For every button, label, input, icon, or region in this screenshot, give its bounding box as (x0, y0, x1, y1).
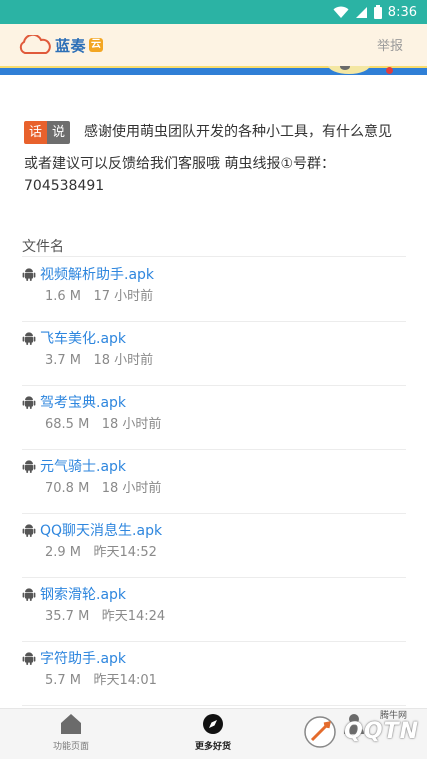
logo-badge: 云 (89, 38, 104, 52)
notice: 话说感谢使用萌虫团队开发的各种小工具，有什么意见或者建议可以反馈给我们客服哦 萌… (24, 116, 402, 180)
banner-dot (386, 67, 393, 74)
file-time: 18 小时前 (93, 353, 154, 368)
file-name[interactable]: 钢索滑轮.apk (40, 584, 126, 604)
status-icons: 8:36 (333, 3, 417, 21)
battery-icon (373, 5, 382, 19)
file-meta: 70.8 M 18 小时前 (45, 477, 161, 496)
file-item[interactable]: 视频解析助手.apk 1.6 M 17 小时前 (22, 258, 406, 322)
file-item[interactable]: 飞车美化.apk 3.7 M 18 小时前 (22, 322, 406, 386)
file-size: 68.5 M (45, 417, 90, 432)
watermark-logo-icon (304, 716, 336, 748)
signal-icon (355, 6, 367, 18)
file-time: 18 小时前 (101, 417, 162, 432)
file-item[interactable]: QQ聊天消息生.apk 2.9 M 昨天14:52 (22, 514, 406, 578)
status-bar: 8:36 (0, 0, 427, 24)
android-icon (22, 652, 36, 665)
android-icon (22, 588, 36, 601)
file-time: 昨天14:01 (93, 673, 157, 688)
home-icon (61, 714, 81, 734)
file-meta: 3.7 M 18 小时前 (45, 349, 153, 368)
file-meta: 5.7 M 昨天14:01 (45, 669, 157, 688)
wifi-icon (333, 6, 349, 18)
file-size: 2.9 M (45, 545, 82, 560)
file-name[interactable]: 驾考宝典.apk (40, 392, 126, 412)
logo[interactable]: 蓝奏 云 (18, 33, 104, 57)
android-icon (22, 268, 36, 281)
file-size: 5.7 M (45, 673, 82, 688)
file-time: 昨天14:52 (93, 545, 157, 560)
android-icon (22, 524, 36, 537)
android-icon (22, 460, 36, 473)
notice-text: 感谢使用萌虫团队开发的各种小工具，有什么意见或者建议可以反馈给我们客服哦 萌虫线… (24, 124, 392, 172)
android-icon (22, 396, 36, 409)
file-size: 3.7 M (45, 353, 82, 368)
nav-item-function-page[interactable]: 功能页面 (31, 713, 111, 752)
watermark: QQTN 腾牛网 (302, 711, 419, 750)
watermark-text: QQTN (344, 718, 419, 744)
file-name[interactable]: 字符助手.apk (40, 648, 126, 668)
file-list: 视频解析助手.apk 1.6 M 17 小时前 飞车美化.apk 3.7 M 1… (22, 258, 406, 706)
file-list-header: 文件名 (22, 236, 406, 257)
top-bar: 蓝奏 云 举报 (0, 24, 427, 66)
cloud-icon (19, 35, 51, 54)
file-size: 70.8 M (45, 481, 90, 496)
file-name[interactable]: QQ聊天消息生.apk (40, 520, 162, 540)
file-time: 17 小时前 (93, 289, 154, 304)
watermark-sub: 腾牛网 (379, 711, 407, 721)
status-time: 8:36 (387, 4, 417, 20)
banner (0, 66, 427, 75)
file-item[interactable]: 驾考宝典.apk 68.5 M 18 小时前 (22, 386, 406, 450)
file-item[interactable]: 字符助手.apk 5.7 M 昨天14:01 (22, 642, 406, 706)
file-meta: 35.7 M 昨天14:24 (45, 605, 165, 624)
compass-icon (203, 714, 223, 734)
file-meta: 1.6 M 17 小时前 (45, 285, 153, 304)
file-name[interactable]: 视频解析助手.apk (40, 264, 154, 284)
report-link[interactable]: 举报 (377, 35, 403, 54)
notice-tag-first: 话 (24, 120, 47, 144)
file-name[interactable]: 元气骑士.apk (40, 456, 126, 476)
group-number: 704538491 (24, 178, 105, 194)
file-meta: 68.5 M 18 小时前 (45, 413, 161, 432)
file-time: 昨天14:24 (101, 609, 166, 624)
file-time: 18 小时前 (101, 481, 162, 496)
file-item[interactable]: 元气骑士.apk 70.8 M 18 小时前 (22, 450, 406, 514)
android-icon (22, 332, 36, 345)
nav-item-more-goods[interactable]: 更多好货 (173, 713, 253, 752)
logo-text: 蓝奏 (55, 36, 87, 55)
file-item[interactable]: 钢索滑轮.apk 35.7 M 昨天14:24 (22, 578, 406, 642)
notice-tag-second: 说 (47, 120, 70, 144)
nav-label: 更多好货 (194, 742, 231, 752)
file-size: 1.6 M (45, 289, 82, 304)
nav-label: 功能页面 (52, 742, 89, 752)
file-meta: 2.9 M 昨天14:52 (45, 541, 157, 560)
file-size: 35.7 M (45, 609, 90, 624)
file-name[interactable]: 飞车美化.apk (40, 328, 126, 348)
